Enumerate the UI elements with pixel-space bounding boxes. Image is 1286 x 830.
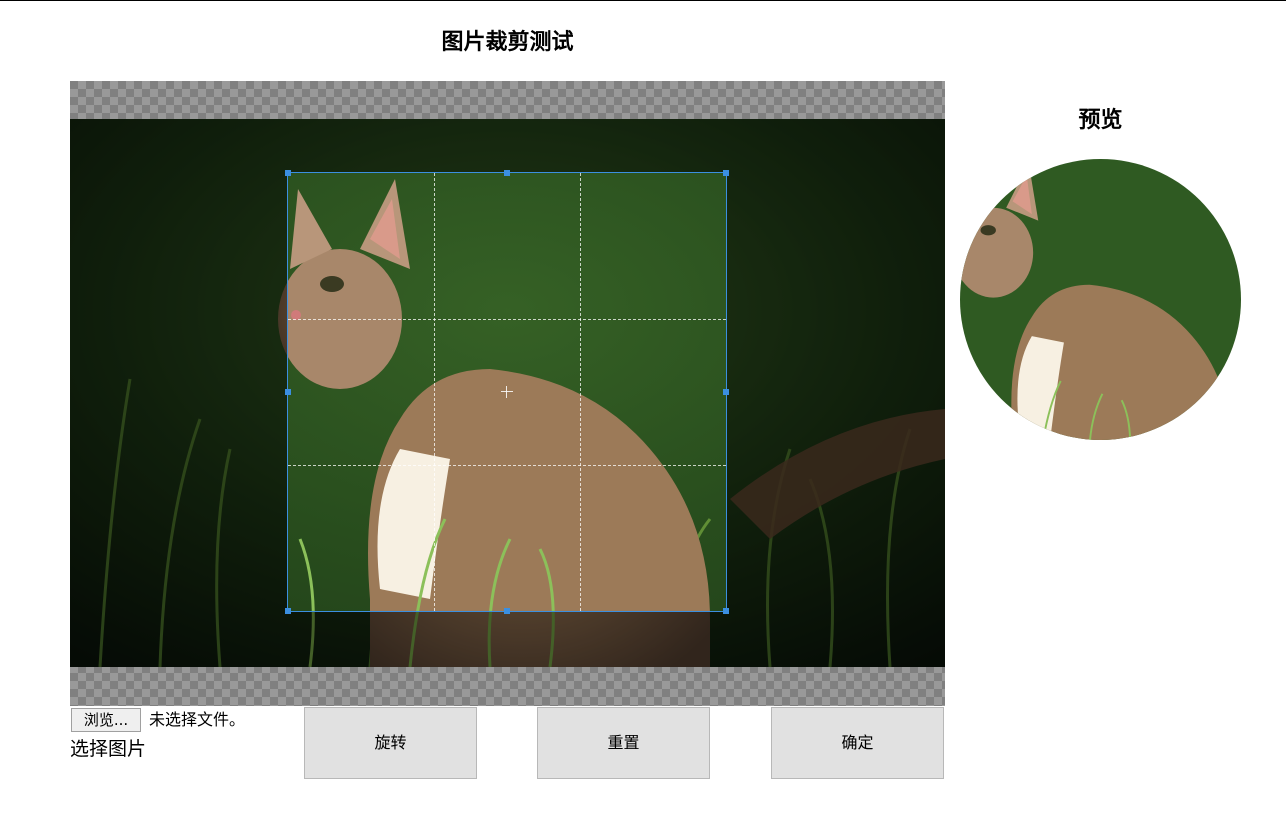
- preview-title: 预览: [1078, 108, 1123, 133]
- crop-guide-line: [288, 465, 726, 466]
- crop-handle-sw[interactable]: [285, 608, 291, 614]
- confirm-button[interactable]: 确定: [771, 707, 944, 779]
- crop-center-icon: [501, 386, 513, 398]
- file-status-text: 未选择文件。: [149, 710, 246, 729]
- page-title: 图片裁剪测试: [441, 30, 574, 55]
- crop-guide-line: [288, 319, 726, 320]
- crop-selection-box[interactable]: [287, 172, 727, 612]
- preview-image: [960, 159, 1241, 440]
- reset-button[interactable]: 重置: [537, 707, 710, 779]
- crop-handle-n[interactable]: [504, 170, 510, 176]
- choose-image-label: 选择图片: [70, 738, 147, 760]
- browse-file-button[interactable]: 浏览...: [71, 708, 141, 732]
- crop-guide-line: [580, 173, 581, 611]
- crop-handle-e[interactable]: [723, 389, 729, 395]
- crop-guide-line: [434, 173, 435, 611]
- crop-handle-w[interactable]: [285, 389, 291, 395]
- cropper-canvas[interactable]: [70, 81, 945, 706]
- crop-handle-s[interactable]: [504, 608, 510, 614]
- crop-handle-se[interactable]: [723, 608, 729, 614]
- crop-handle-nw[interactable]: [285, 170, 291, 176]
- rotate-button[interactable]: 旋转: [304, 707, 477, 779]
- crop-handle-ne[interactable]: [723, 170, 729, 176]
